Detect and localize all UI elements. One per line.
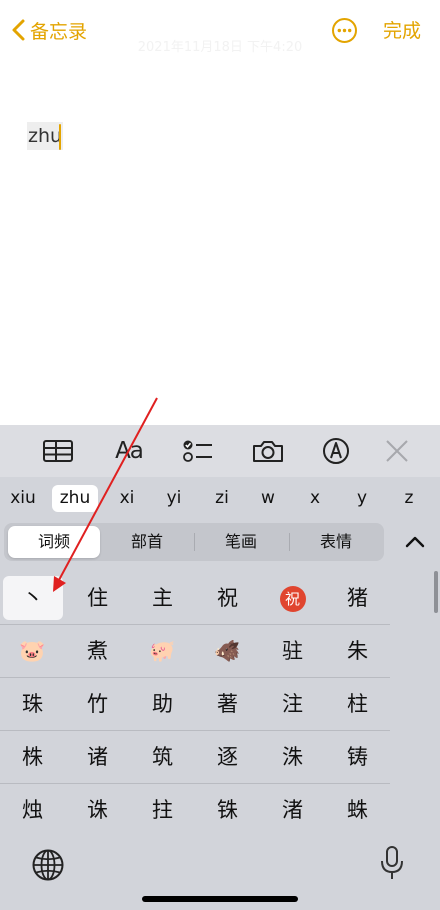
note-date: 2021年11月18日 下午4:20 <box>137 40 303 55</box>
pinyin-option[interactable]: zi <box>207 485 237 512</box>
candidate-row: 🐷 煮 🐖 🐗 驻 朱 <box>0 625 390 678</box>
candidate-cell-emoji[interactable]: 祝 <box>260 572 325 624</box>
pinyin-options: xiu zhu xi yi zi w x y z <box>0 477 440 520</box>
camera-button[interactable] <box>251 437 285 465</box>
candidate-cell[interactable]: 铢 <box>195 784 260 836</box>
candidate-scrollbar[interactable] <box>434 571 438 613</box>
candidate-cell[interactable]: 朱 <box>325 625 390 677</box>
home-indicator <box>142 896 298 902</box>
candidate-row: 丶 住 主 祝 祝 猪 <box>0 572 390 625</box>
camera-icon <box>253 441 283 462</box>
tab-stroke[interactable]: 笔画 <box>195 526 287 558</box>
candidate-cell[interactable]: 驻 <box>260 625 325 677</box>
keyboard-toolbar: Aa <box>0 425 440 477</box>
candidate-cell[interactable]: 渚 <box>260 784 325 836</box>
globe-icon[interactable] <box>31 848 65 882</box>
candidate-sort-tabs: 词频 部首 笔画 表情 <box>4 523 384 561</box>
candidate-cell[interactable]: 洙 <box>260 731 325 783</box>
microphone-icon[interactable] <box>379 845 405 881</box>
candidate-cell[interactable]: 逐 <box>195 731 260 783</box>
pinyin-option[interactable]: w <box>255 485 281 512</box>
checklist-icon <box>183 440 212 462</box>
candidate-row: 珠 竹 助 著 注 柱 <box>0 678 390 731</box>
pinyin-option[interactable]: xiu <box>4 485 42 512</box>
close-icon <box>386 440 408 462</box>
candidate-cell[interactable]: 柱 <box>325 678 390 730</box>
candidate-cell[interactable]: 住 <box>65 572 130 624</box>
candidate-cell[interactable]: 诸 <box>65 731 130 783</box>
pinyin-option[interactable]: y <box>349 485 375 512</box>
celebrate-emoji-icon: 祝 <box>279 586 306 612</box>
candidate-cell[interactable]: 猪 <box>325 572 390 624</box>
pinyin-option[interactable]: z <box>396 485 422 512</box>
candidate-cell[interactable]: 主 <box>130 572 195 624</box>
candidate-cell[interactable]: 丶 <box>3 576 63 620</box>
markup-button[interactable] <box>319 437 353 465</box>
table-button[interactable] <box>41 437 75 465</box>
tab-radical[interactable]: 部首 <box>101 526 193 558</box>
close-toolbar-button[interactable] <box>380 437 414 465</box>
text-cursor <box>59 124 61 150</box>
tab-frequency[interactable]: 词频 <box>8 526 100 558</box>
checklist-button[interactable] <box>181 437 215 465</box>
candidate-cell[interactable]: 著 <box>195 678 260 730</box>
candidate-row: 烛 诛 拄 铢 渚 蛛 <box>0 784 390 837</box>
pig-face-emoji-icon[interactable]: 🐷 <box>0 625 65 677</box>
boar-emoji-icon[interactable]: 🐗 <box>195 625 260 677</box>
markup-icon <box>323 438 349 464</box>
chevron-up-icon[interactable] <box>402 529 428 555</box>
candidate-cell[interactable]: 拄 <box>130 784 195 836</box>
candidate-cell[interactable]: 蛛 <box>325 784 390 836</box>
pinyin-option[interactable]: x <box>302 485 328 512</box>
candidate-cell[interactable]: 注 <box>260 678 325 730</box>
pig-emoji-icon[interactable]: 🐖 <box>130 625 195 677</box>
pinyin-option-selected[interactable]: zhu <box>52 485 98 512</box>
candidate-cell[interactable]: 珠 <box>0 678 65 730</box>
tab-emoji[interactable]: 表情 <box>290 526 382 558</box>
pinyin-option[interactable]: yi <box>159 485 189 512</box>
candidate-cell[interactable]: 祝 <box>195 572 260 624</box>
candidate-row: 株 诸 筑 逐 洙 铸 <box>0 731 390 784</box>
done-button[interactable]: 完成 <box>383 16 421 43</box>
notes-nav-bar: 备忘录 2021年11月18日 下午4:20 完成 <box>0 0 440 60</box>
candidate-cell[interactable]: 铸 <box>325 731 390 783</box>
composing-text[interactable]: zhu <box>27 122 64 150</box>
candidate-cell[interactable]: 助 <box>130 678 195 730</box>
candidate-cell[interactable]: 竹 <box>65 678 130 730</box>
format-label: Aa <box>115 438 144 464</box>
pinyin-option[interactable]: xi <box>112 485 142 512</box>
candidate-grid: 丶 住 主 祝 祝 猪 🐷 煮 🐖 🐗 驻 朱 珠 竹 助 著 注 柱 株 诸 … <box>0 572 390 837</box>
candidate-cell[interactable]: 筑 <box>130 731 195 783</box>
format-button[interactable]: Aa <box>112 437 146 465</box>
candidate-cell[interactable]: 株 <box>0 731 65 783</box>
candidate-cell[interactable]: 烛 <box>0 784 65 836</box>
table-icon <box>43 440 73 462</box>
candidate-cell[interactable]: 诛 <box>65 784 130 836</box>
ellipsis-circle-icon[interactable] <box>331 17 358 44</box>
candidate-cell[interactable]: 煮 <box>65 625 130 677</box>
